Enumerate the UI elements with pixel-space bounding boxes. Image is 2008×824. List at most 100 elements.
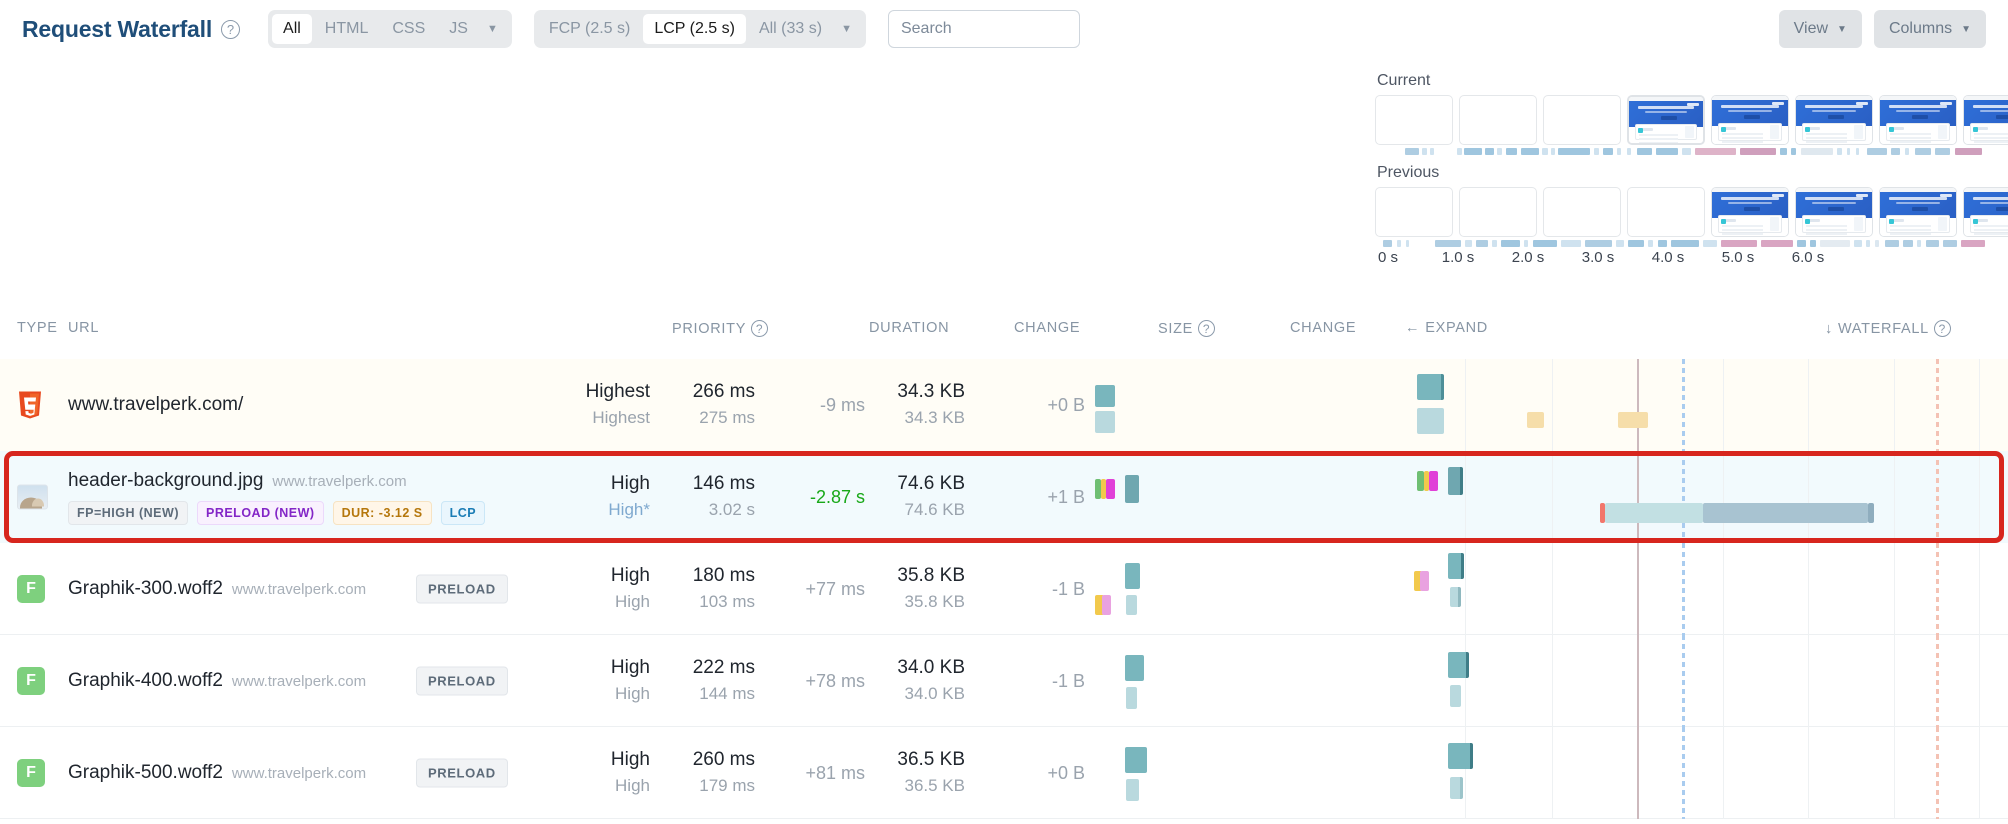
previous-activity-segment-23 [1820,240,1850,247]
page-title-group: Request Waterfall ? [22,16,241,43]
table-row[interactable]: www.travelperk.com/Highest Highest 266 ms 2… [0,359,2008,451]
badge-1[interactable]: FP=HIGH (NEW) [68,500,188,525]
filmstrip-current-frame-1[interactable] [1375,95,1453,145]
row-expand-minibars[interactable] [1095,359,1165,451]
current-activity-segment-26 [1847,148,1850,155]
filmstrip-previous-frame-1[interactable] [1375,187,1453,237]
minibar-3 [1102,595,1111,615]
row-url-filename[interactable]: Graphik-400.woff2 [68,670,223,692]
filmstrip-previous-frame-7[interactable] [1879,187,1957,237]
waterfall-gridline-4 [1723,727,1724,819]
filmstrip-current-row[interactable] [1375,95,2008,145]
filmstrip-previous-frame-3[interactable] [1543,187,1621,237]
filmstrip-current-frame-7[interactable] [1879,95,1957,145]
filmstrip-previous-frame-5[interactable] [1711,187,1789,237]
size-help-icon[interactable]: ? [1198,320,1216,337]
table-row[interactable]: F Graphik-500.woff2 www.travelperk.com PREL… [0,727,2008,819]
row-url-filename[interactable]: Graphik-500.woff2 [68,762,223,784]
row-waterfall-cell[interactable] [1405,635,2008,727]
columns-button[interactable]: Columns ▼ [1873,10,1986,48]
badge-3[interactable]: DUR: -3.12 S [332,500,432,525]
filmstrip-previous-frame-4[interactable] [1627,187,1705,237]
type-filter-all[interactable]: All [272,14,312,44]
waterfall-bar-3 [1448,553,1464,579]
filmstrip-current-frame-3[interactable] [1543,95,1621,145]
row-waterfall-cell[interactable] [1405,359,2008,451]
row-url-filename[interactable]: www.travelperk.com/ [68,394,243,416]
priority-help-icon[interactable]: ? [751,320,769,337]
row-url-cell[interactable]: header-background.jpg www.travelperk.com F… [68,451,486,543]
row-url-cell[interactable]: Graphik-300.woff2 www.travelperk.com [68,543,366,635]
metric-filter-lcp[interactable]: LCP (2.5 s) [643,14,746,44]
metric-filter-group[interactable]: FCP (2.5 s) LCP (2.5 s) All (33 s) ▼ [533,10,866,48]
column-header-size-change[interactable]: CHANGE [1290,320,1356,336]
filmstrip-current-frame-8[interactable] [1963,95,2008,145]
minibar-2 [1126,779,1139,801]
row-expand-minibars[interactable] [1095,727,1165,819]
type-filter-group[interactable]: All HTML CSS JS ▼ [268,10,512,48]
column-header-type[interactable]: TYPE [17,320,58,336]
column-header-url[interactable]: URL [68,320,99,336]
title-help-icon[interactable]: ? [221,19,241,39]
badge-2[interactable]: PRELOAD (NEW) [196,500,324,525]
row-waterfall-cell[interactable] [1405,543,2008,635]
view-button[interactable]: View ▼ [1778,10,1862,48]
type-filter-css[interactable]: CSS [381,14,436,44]
filmstrip-previous-frame-6[interactable] [1795,187,1873,237]
metric-filter-fcp[interactable]: FCP (2.5 s) [538,14,642,44]
previous-activity-segment-28 [1903,240,1913,247]
row-url-cell[interactable]: Graphik-400.woff2 www.travelperk.com [68,635,366,727]
filmstrip-current-frame-2[interactable] [1459,95,1537,145]
filmstrip: Current Previous 0 s 1.0 s 2.0 s 3.0 s 4.0 s… [1375,72,2008,271]
preload-badge[interactable]: PRELOAD [416,666,508,695]
filmstrip-current-frame-4[interactable] [1627,95,1705,145]
row-duration-cell: 260 ms 179 ms [660,727,755,819]
column-header-priority[interactable]: PRIORITY? [672,320,769,337]
type-filter-html[interactable]: HTML [314,14,380,44]
current-activity-segment-20 [1695,148,1736,155]
column-header-waterfall[interactable]: ↓ WATERFALL? [1825,320,1951,337]
current-activity-segment-16 [1627,148,1631,155]
previous-activity-segment-9 [1524,240,1528,247]
row-waterfall-cell[interactable] [1405,451,2008,543]
filmstrip-time-axis: 0 s 1.0 s 2.0 s 3.0 s 4.0 s 5.0 s 6.0 s [1375,249,1985,271]
row-priority-cell: High High* [560,451,650,543]
column-header-size[interactable]: SIZE? [1158,320,1216,337]
row-url-filename[interactable]: Graphik-300.woff2 [68,578,223,600]
column-header-expand[interactable]: ← EXPAND [1405,320,1488,336]
badge-4[interactable]: LCP [440,500,486,525]
row-expand-minibars[interactable] [1095,635,1165,727]
previous-activity-segment-8 [1501,240,1520,247]
row-size-change-cell: +1 B [990,451,1085,543]
table-row[interactable]: header-background.jpg www.travelperk.com F… [0,451,2008,543]
filmstrip-previous-frame-8[interactable] [1963,187,2008,237]
filmstrip-current-frame-6[interactable] [1795,95,1873,145]
preload-badge[interactable]: PRELOAD [416,574,508,603]
thumbnail-render [1796,96,1872,144]
row-waterfall-cell[interactable] [1405,727,2008,819]
metric-filter-all[interactable]: All (33 s) [748,14,833,44]
row-url-cell[interactable]: Graphik-500.woff2 www.travelperk.com [68,727,366,819]
row-url-filename[interactable]: header-background.jpg [68,470,263,492]
chevron-down-icon[interactable]: ▼ [835,23,862,35]
row-url-cell[interactable]: www.travelperk.com/ [68,359,243,451]
filmstrip-previous-frame-2[interactable] [1459,187,1537,237]
previous-activity-segment-4 [1435,240,1461,247]
waterfall-gridline-5 [1808,727,1809,819]
chevron-down-icon[interactable]: ▼ [481,23,508,35]
filmstrip-current-frame-5[interactable] [1711,95,1789,145]
size-current: 34.3 KB [897,381,965,402]
filmstrip-previous-row[interactable] [1375,187,2008,237]
row-expand-minibars[interactable] [1095,451,1165,543]
size-change-value: +1 B [1047,486,1085,507]
table-row[interactable]: F Graphik-300.woff2 www.travelperk.com PREL… [0,543,2008,635]
font-file-icon: F [17,758,45,787]
column-header-duration[interactable]: DURATION [869,320,949,336]
type-filter-js[interactable]: JS [438,14,479,44]
row-expand-minibars[interactable] [1095,543,1165,635]
search-input[interactable] [887,10,1080,48]
column-header-duration-change[interactable]: CHANGE [1014,320,1080,336]
table-row[interactable]: F Graphik-400.woff2 www.travelperk.com PREL… [0,635,2008,727]
preload-badge[interactable]: PRELOAD [416,758,508,787]
waterfall-help-icon[interactable]: ? [1933,320,1951,337]
